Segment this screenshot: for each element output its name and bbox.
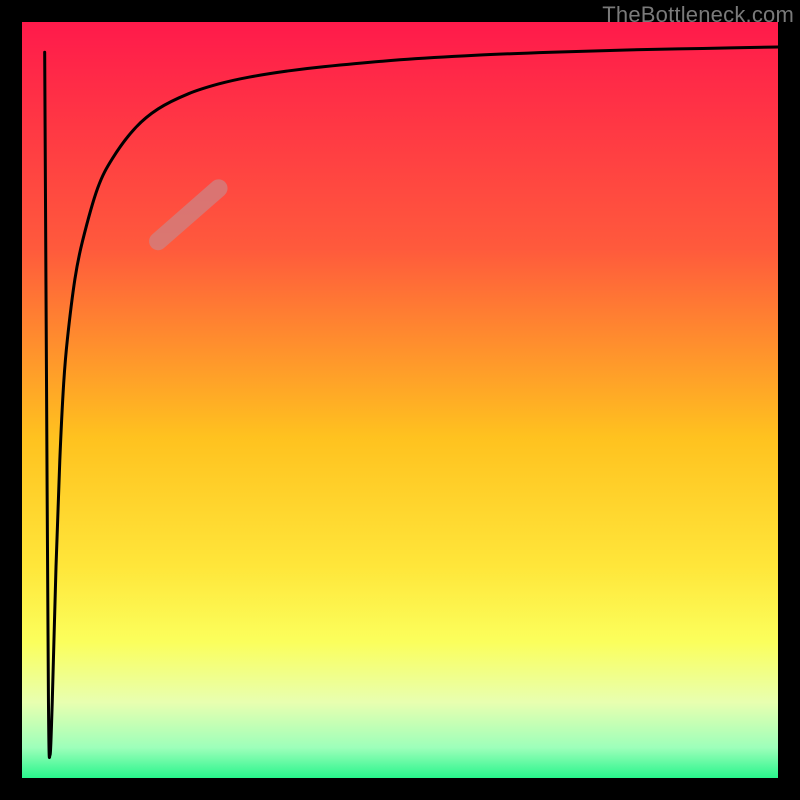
chart-stage: TheBottleneck.com: [0, 0, 800, 800]
watermark-label: TheBottleneck.com: [602, 2, 794, 28]
gradient-background: [22, 22, 778, 778]
bottleneck-chart: [0, 0, 800, 800]
